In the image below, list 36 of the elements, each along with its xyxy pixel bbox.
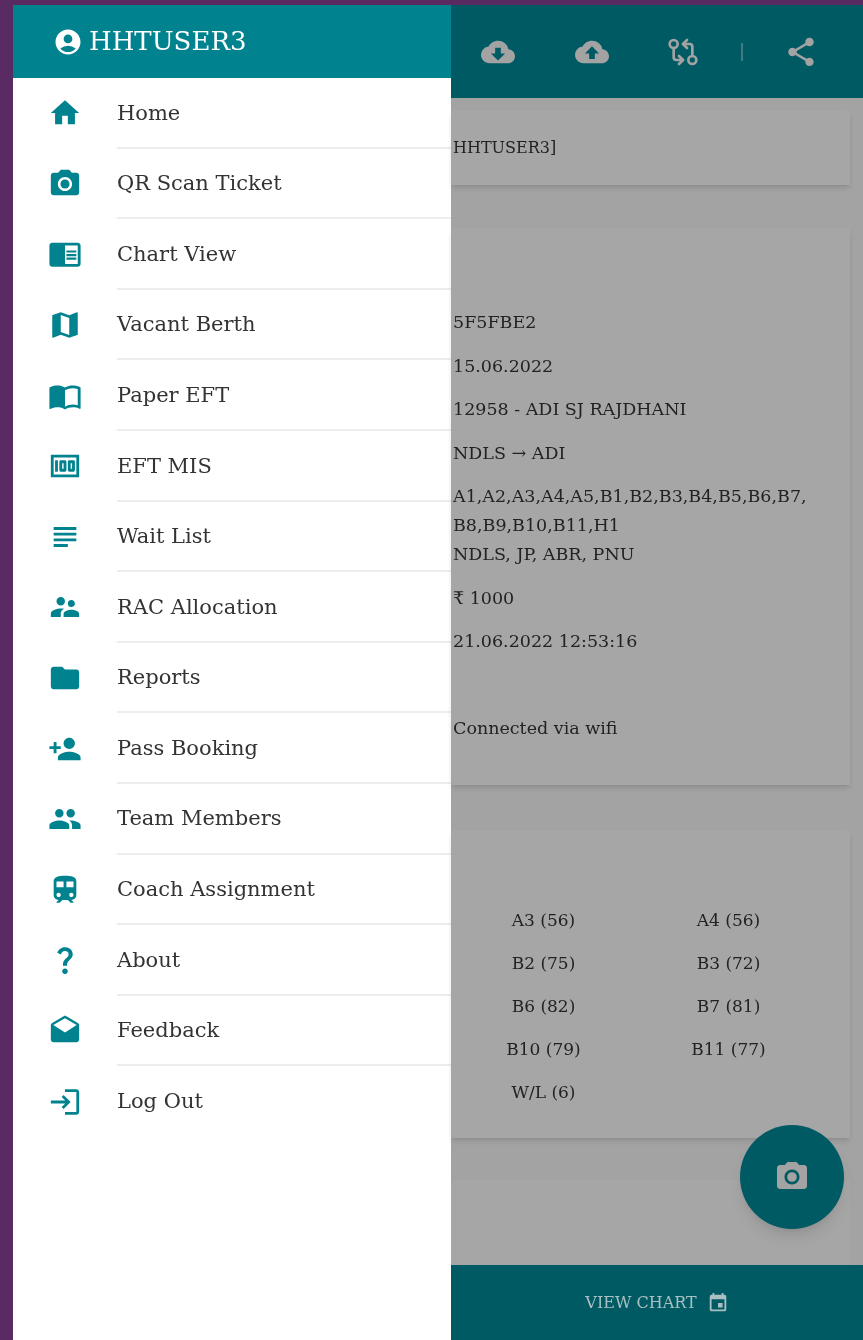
menu-item[interactable]: Paper EFT (13, 360, 451, 431)
user-text: HHTUSER3] (453, 136, 557, 159)
coach-count: B2 (75) (511, 952, 576, 975)
menu-item[interactable]: QR Scan Ticket (13, 148, 451, 220)
detail-value: 5F5FBE2 (453, 311, 537, 334)
user-name: HHTUSER3 (89, 25, 247, 58)
coach-count: B11 (77) (691, 1038, 766, 1061)
coach-count: W/L (6) (511, 1081, 576, 1104)
coach-count: A3 (56) (511, 909, 576, 932)
coach-count: B10 (79) (506, 1038, 581, 1061)
menu-item[interactable]: Wait List (13, 501, 451, 573)
detail-value: 21.06.2022 12:53:16 (453, 630, 638, 653)
coach-count: A4 (56) (696, 909, 761, 932)
detail-value: 15.06.2022 (453, 354, 554, 378)
detail-value: NDLS → ADI (453, 441, 566, 465)
menu-item[interactable]: Coach Assignment (13, 854, 451, 926)
view-chart-button[interactable]: VIEW CHART (451, 1265, 863, 1340)
detail-value: 12958 - ADI SJ RAJDHANI (453, 398, 687, 421)
menu-item[interactable]: Chart View (13, 219, 451, 290)
detail-value: NDLS, JP, ABR, PNU (453, 543, 635, 566)
coach-count: B6 (82) (511, 995, 576, 1018)
menu-item[interactable]: RAC Allocation (13, 572, 451, 643)
detail-value: A1,A2,A3,A4,A5,B1,B2,B3,B4,B5,B6,B7,B8,B9,B10,B11,H1 (453, 485, 808, 537)
menu-item[interactable]: EFT MIS (13, 430, 451, 502)
connection-status: Connected via wifi (453, 717, 618, 740)
menu-item[interactable]: Home (13, 78, 451, 149)
coach-count: B3 (72) (696, 952, 761, 975)
menu-item[interactable]: Log Out (13, 1066, 451, 1137)
menu-item[interactable]: Vacant Berth (13, 289, 451, 361)
menu-item[interactable]: Reports (13, 642, 451, 714)
menu-item[interactable]: Feedback (13, 995, 451, 1067)
menu-item[interactable]: Pass Booking (13, 713, 451, 784)
coach-count: B7 (81) (696, 995, 761, 1018)
menu-item[interactable]: About (13, 925, 451, 996)
detail-value: ₹ 1000 (453, 586, 515, 610)
menu-item[interactable]: Team Members (13, 783, 451, 855)
